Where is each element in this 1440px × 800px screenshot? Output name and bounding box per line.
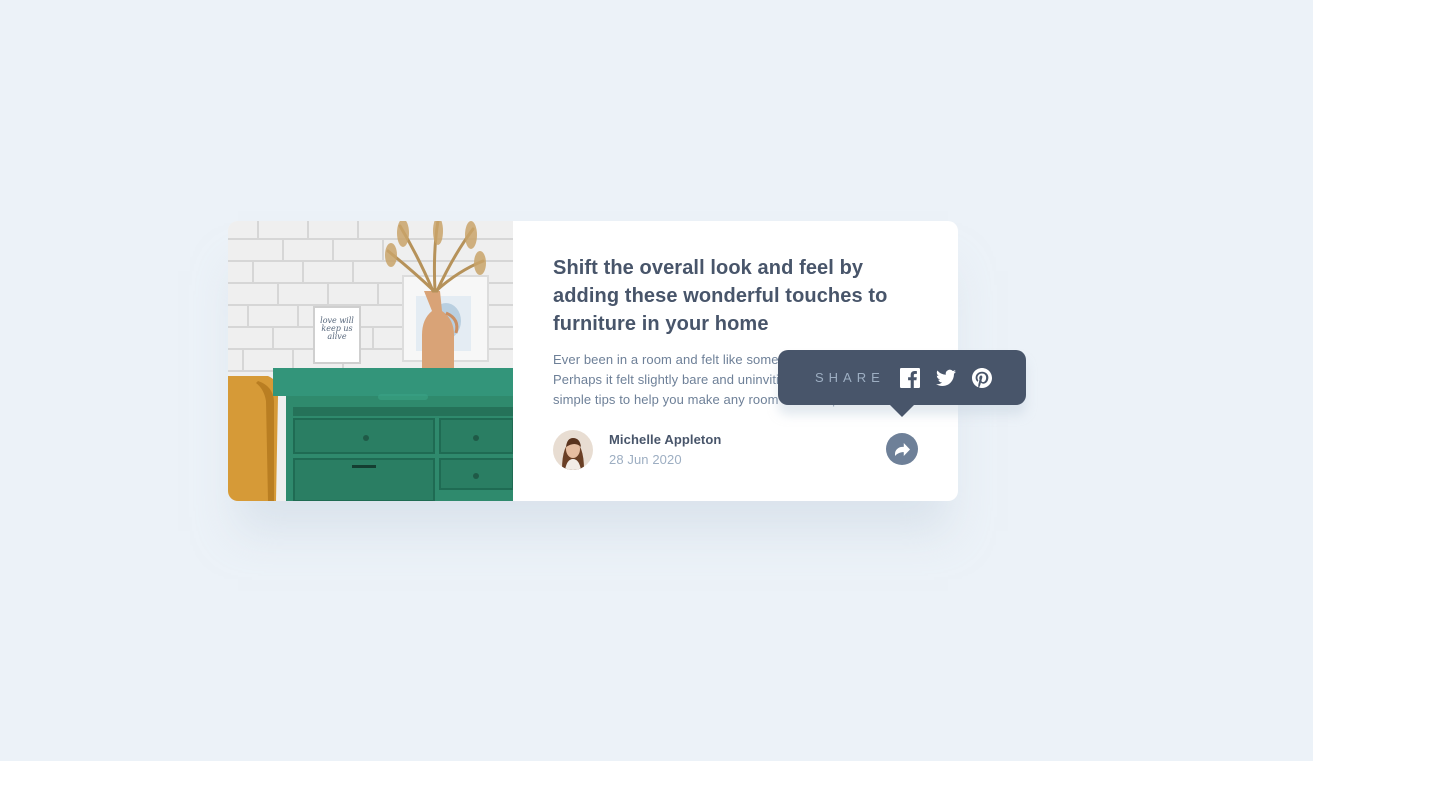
- author-name: Michelle Appleton: [609, 432, 722, 447]
- share-popup: SHARE: [778, 350, 1026, 417]
- post-date: 28 Jun 2020: [609, 452, 682, 467]
- share-button[interactable]: [886, 433, 918, 465]
- twitter-icon[interactable]: [935, 368, 956, 388]
- pinterest-icon[interactable]: [971, 367, 992, 388]
- drawers-illustration: [228, 221, 513, 501]
- article-image: love will keep us alive: [228, 221, 513, 501]
- facebook-icon[interactable]: [899, 367, 920, 388]
- avatar: [553, 430, 593, 470]
- frame-text: love will keep us alive: [320, 316, 354, 341]
- share-arrow-icon: [894, 442, 910, 456]
- share-label: SHARE: [815, 370, 885, 385]
- author-block: Michelle Appleton 28 Jun 2020: [553, 430, 721, 470]
- author-info: Michelle Appleton 28 Jun 2020: [609, 430, 721, 470]
- article-title: Shift the overall look and feel by addin…: [553, 257, 888, 335]
